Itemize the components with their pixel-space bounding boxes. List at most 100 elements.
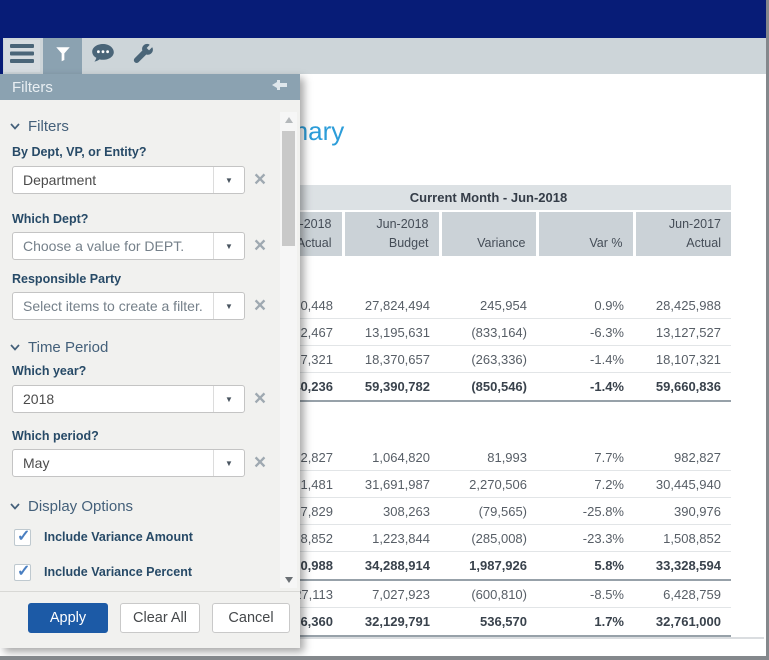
year-select[interactable]: 2018 [12,385,245,413]
chevron-down-icon[interactable] [213,293,244,319]
column-header: Jun-2018 Budget [343,211,440,256]
section-header-display-options[interactable]: Display Options [10,497,300,515]
cell-value: 13,195,631 [343,319,440,346]
clear-filter-icon[interactable] [245,166,275,194]
clear-filter-icon[interactable] [245,449,275,477]
chevron-down-icon[interactable] [213,450,244,476]
cell-value: 245,954 [440,292,537,319]
panel-scrollbar[interactable] [280,112,297,588]
selected-value: May [13,455,213,471]
section-header-filters[interactable]: Filters [10,117,300,135]
chevron-down-icon [10,503,20,510]
scroll-up-arrow-icon[interactable] [280,112,297,128]
cell-value: 18,107,321 [634,346,731,373]
cell-value: 81,993 [440,444,537,471]
responsible-party-select[interactable]: Select items to create a filter. [12,292,245,320]
filters-panel-header: Filters [0,74,300,100]
column-header-line2: Variance [477,236,525,250]
variance-amount-checkbox[interactable] [14,529,31,546]
column-header-line2: Actual [686,236,721,250]
chevron-down-icon [10,344,20,351]
cell-value: (263,336) [440,346,537,373]
cell-value: (79,565) [440,498,537,525]
cell-value: 308,263 [343,498,440,525]
menu-button[interactable] [4,40,40,72]
chevron-down-icon[interactable] [213,167,244,193]
clear-filter-icon[interactable] [245,292,275,320]
checkbox-label: Include Variance Percent [44,565,192,579]
cell-value: 13,127,527 [634,319,731,346]
cell-value: (600,810) [440,580,537,608]
cell-value: -6.3% [537,319,634,346]
filters-panel-title: Filters [12,79,53,96]
section-label: Display Options [28,498,133,515]
scroll-down-arrow-icon[interactable] [280,572,297,588]
dropdown-row-which-period: May [12,449,290,477]
chevron-down-icon[interactable] [213,233,244,259]
comments-button[interactable] [85,40,121,72]
cell-value: (285,008) [440,525,537,552]
cell-value: 1,223,844 [343,525,440,552]
clear-all-button[interactable]: Clear All [120,603,200,633]
cell-value: 1,064,820 [343,444,440,471]
scrollbar-thumb[interactable] [282,131,295,246]
variance-percent-checkbox[interactable] [14,564,31,581]
app-header-bar [0,0,766,38]
cancel-button[interactable]: Cancel [212,603,290,633]
filter-tab-button[interactable] [43,38,82,74]
which-dept-select[interactable]: Choose a value for DEPT. [12,232,245,260]
toolbar [0,38,766,74]
field-label-by-dept: By Dept, VP, or Entity? [12,145,288,160]
cell-value: 59,390,782 [343,373,440,402]
clear-filter-icon[interactable] [245,385,275,413]
cell-value: 2,270,506 [440,471,537,498]
field-label-responsible-party: Responsible Party [12,272,288,287]
comments-icon [91,43,115,69]
selected-value: Choose a value for DEPT. [13,238,213,254]
cell-value: 28,425,988 [634,292,731,319]
cell-value: 5.8% [537,552,634,581]
chevron-down-icon[interactable] [213,386,244,412]
cell-value: 33,328,594 [634,552,731,581]
cell-value: 390,976 [634,498,731,525]
current-month-band: Current Month - Jun-2018 [246,185,731,211]
cell-value: 1,508,852 [634,525,731,552]
cell-value: -8.5% [537,580,634,608]
cell-value: 32,761,000 [634,608,731,637]
column-header: Var % [537,211,634,256]
clear-filter-icon[interactable] [245,232,275,260]
column-header-line1: Jun-2018 [376,217,428,231]
cell-value: 27,824,494 [343,292,440,319]
selected-value: 2018 [13,391,213,407]
section-header-time-period[interactable]: Time Period [10,338,300,356]
section-label: Filters [28,118,69,135]
wrench-icon [132,43,154,70]
cell-value: 1.7% [537,608,634,637]
by-dept-select[interactable]: Department [12,166,245,194]
filters-panel-body: Filters By Dept, VP, or Entity? Departme… [0,100,300,591]
cell-value: 30,445,940 [634,471,731,498]
apply-button[interactable]: Apply [28,603,108,633]
cell-value: -1.4% [537,346,634,373]
field-label-which-period: Which period? [12,429,288,444]
selected-value: Select items to create a filter. [13,298,213,314]
cell-value: 1,987,926 [440,552,537,581]
cell-value: 18,370,657 [343,346,440,373]
dropdown-row-which-year: 2018 [12,385,290,413]
app-window: Summary Current Month - Jun-2018 Jun-201… [0,0,769,660]
cell-value: -25.8% [537,498,634,525]
cell-value: 31,691,987 [343,471,440,498]
cell-value: 6,428,759 [634,580,731,608]
column-header: Jun-2017 Actual [634,211,731,256]
filters-panel: Filters Filters By Dept, VP, or Entity? … [0,74,300,648]
settings-wrench-button[interactable] [125,40,161,72]
period-select[interactable]: May [12,449,245,477]
column-header-line2: Actual [297,236,332,250]
checkbox-row-variance-amount: Include Variance Amount [14,528,300,546]
field-label-which-year: Which year? [12,364,288,379]
checkbox-row-variance-percent: Include Variance Percent [14,563,300,581]
cell-value: 0.9% [537,292,634,319]
selected-value: Department [13,172,213,188]
cell-value: -1.4% [537,373,634,402]
pushpin-icon[interactable] [272,78,288,96]
